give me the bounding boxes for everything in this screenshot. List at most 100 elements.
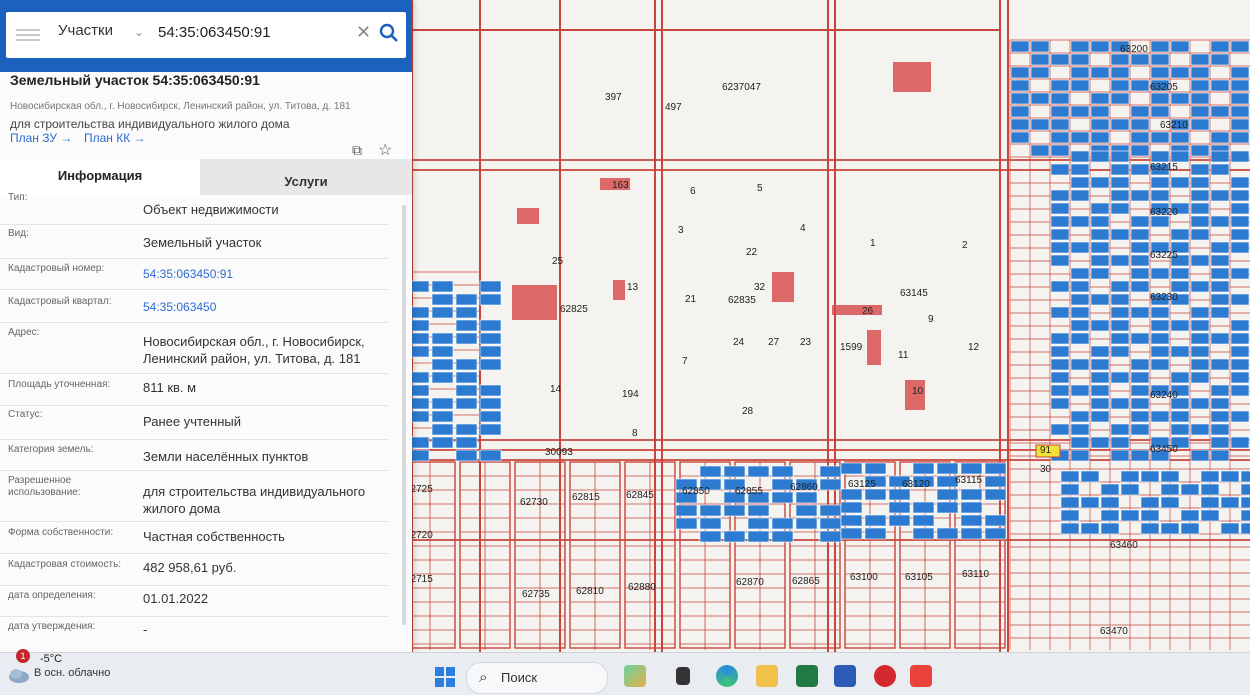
cloud-icon[interactable] [6, 663, 32, 685]
edge-icon[interactable] [716, 665, 738, 687]
yandex-icon[interactable] [910, 665, 932, 687]
field-label: Площадь уточненная: [8, 379, 111, 390]
plot-label: 23 [800, 337, 812, 348]
residential-parcel [1170, 345, 1190, 358]
residential-parcel [912, 462, 935, 475]
plan-kk-link[interactable]: План КК → [84, 131, 146, 145]
plot-label: 21 [685, 294, 697, 305]
block-label: 62870 [736, 577, 764, 588]
cadastral-number-link[interactable]: 54:35:063450:91 [143, 266, 393, 283]
star-icon[interactable]: ☆ [378, 140, 392, 160]
info-panel: Участки ⌄ 54:35:063450:91 ✕ ‹ Земельный … [0, 0, 412, 652]
plot-label: 32 [754, 282, 766, 293]
residential-parcel [1110, 306, 1130, 319]
copilot-icon[interactable] [624, 665, 646, 687]
residential-parcel [1230, 118, 1250, 131]
block-label: 63100 [850, 572, 878, 583]
tab-bar: Информация Услуги [0, 159, 412, 195]
weather-temperature: -5°C [40, 653, 63, 665]
residential-parcel [431, 345, 454, 358]
block-label: 62730 [520, 497, 548, 508]
residential-parcel [479, 293, 502, 306]
residential-parcel [1050, 332, 1070, 345]
residential-parcel [1050, 202, 1070, 215]
search-icon[interactable] [378, 22, 400, 44]
cadastral-quarter-link[interactable]: 54:35:063450 [143, 299, 393, 316]
panel-scrollbar[interactable] [402, 205, 406, 625]
taskbar-search[interactable]: ⌕ Поиск [466, 662, 608, 694]
opera-icon[interactable] [874, 665, 896, 687]
residential-parcel [1050, 228, 1070, 241]
residential-parcel [1170, 228, 1190, 241]
tab-info[interactable]: Информация [0, 159, 200, 195]
residential-parcel [1090, 105, 1110, 118]
residential-parcel [819, 530, 842, 543]
block-label: 62865 [792, 576, 820, 587]
block-label: 63115 [955, 475, 983, 486]
residential-parcel [1140, 470, 1160, 483]
folder-icon[interactable] [756, 665, 778, 687]
residential-parcel [1110, 397, 1130, 410]
residential-parcel [840, 527, 863, 540]
block-label: 62810 [576, 586, 604, 597]
residential-parcel [1150, 267, 1170, 280]
residential-parcel [819, 465, 842, 478]
residential-parcel [1050, 189, 1070, 202]
task-view-icon[interactable] [676, 667, 690, 685]
windows-start-icon[interactable] [434, 666, 456, 688]
residential-parcel [1070, 163, 1090, 176]
residential-parcel [1210, 254, 1230, 267]
residential-parcel [675, 517, 698, 530]
residential-parcel [1170, 176, 1190, 189]
residential-parcel [1170, 410, 1190, 423]
residential-parcel [1070, 384, 1090, 397]
chevron-down-icon[interactable]: ⌄ [134, 25, 144, 39]
residential-parcel [1050, 423, 1070, 436]
residential-parcel [431, 410, 454, 423]
residential-parcel [1050, 397, 1070, 410]
residential-parcel [1190, 423, 1210, 436]
residential-parcel [1170, 319, 1190, 332]
plan-zu-link[interactable]: План ЗУ → [10, 131, 72, 145]
excel-icon[interactable] [796, 665, 818, 687]
residential-parcel [1120, 483, 1140, 496]
residential-parcel [1130, 144, 1150, 157]
close-icon[interactable]: ✕ [356, 22, 371, 43]
document-search-icon[interactable]: ⧉ [352, 142, 362, 159]
field-label: Кадастровая стоимость: [8, 559, 122, 570]
parcel-title: Земельный участок 54:35:063450:91 [10, 72, 260, 88]
residential-parcel [1010, 92, 1030, 105]
search-icon: ⌕ [479, 669, 488, 686]
residential-parcel [1070, 131, 1090, 144]
residential-parcel [1210, 397, 1230, 410]
block-label: 62845 [626, 490, 654, 501]
word-icon[interactable] [834, 665, 856, 687]
plot-label: 27 [768, 337, 780, 348]
parcel-address: Новосибирская обл., г. Новосибирск, Лени… [10, 101, 351, 112]
residential-parcel [1150, 189, 1170, 202]
residential-parcel [1240, 496, 1250, 509]
residential-parcel [1090, 293, 1110, 306]
residential-parcel [1030, 144, 1050, 157]
residential-parcel [1090, 40, 1110, 53]
notification-badge: 1 [16, 649, 30, 663]
residential-parcel [1010, 105, 1030, 118]
residential-parcel [1210, 384, 1230, 397]
residential-parcel [1130, 358, 1150, 371]
residential-parcel [1210, 241, 1230, 254]
tab-services[interactable]: Услуги [200, 159, 412, 195]
residential-parcel [1110, 79, 1130, 92]
block-label: 62735 [522, 589, 550, 600]
residential-parcel [1010, 79, 1030, 92]
block-label: 63240 [1150, 390, 1178, 401]
block-label: 63215 [1150, 162, 1178, 173]
residential-parcel [1150, 105, 1170, 118]
layer-select[interactable]: Участки [58, 22, 113, 39]
menu-icon[interactable] [16, 29, 40, 41]
residential-parcel [960, 514, 983, 527]
residential-parcel [1070, 66, 1090, 79]
plot-label: 28 [742, 406, 754, 417]
residential-parcel [840, 462, 863, 475]
search-input[interactable]: 54:35:063450:91 [158, 24, 271, 41]
parcel-purpose: для строительства индивидуального жилого… [10, 117, 290, 131]
